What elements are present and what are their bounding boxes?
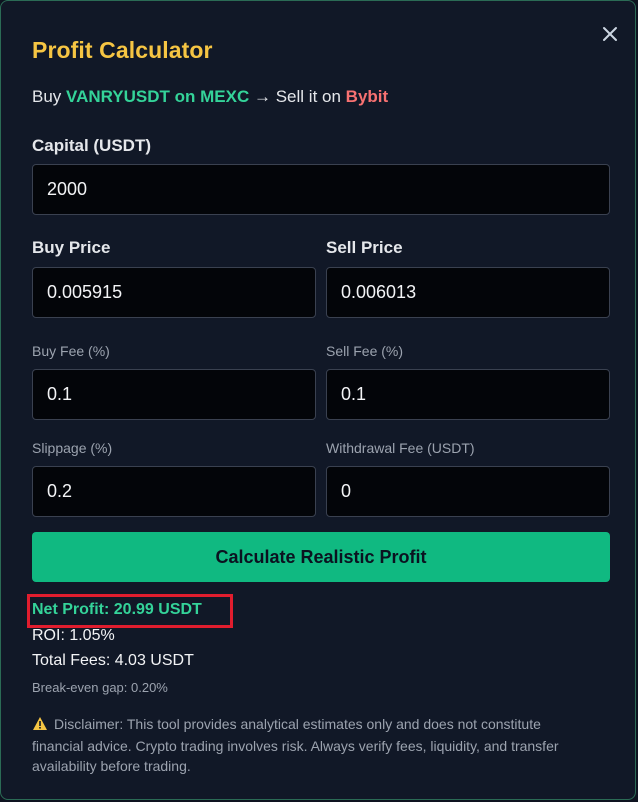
modal-title: Profit Calculator <box>32 37 213 63</box>
withdrawal-fee-label: Withdrawal Fee (USDT) <box>326 440 475 456</box>
net-profit: Net Profit: 20.99 USDT <box>32 601 202 618</box>
buy-price-input[interactable] <box>32 267 316 318</box>
sell-price-input[interactable] <box>326 267 610 318</box>
buy-fee-input[interactable] <box>32 369 316 420</box>
sell-fee-input[interactable] <box>326 369 610 420</box>
buy-price-label: Buy Price <box>32 238 111 257</box>
route-buy-pair: VANRYUSDT on MEXC <box>66 87 250 106</box>
break-even-gap: Break-even gap: 0.20% <box>32 680 168 695</box>
withdrawal-fee-input[interactable] <box>326 466 610 517</box>
disclaimer-text: Disclaimer: This tool provides analytica… <box>32 716 559 774</box>
disclaimer: Disclaimer: This tool provides analytica… <box>32 714 592 776</box>
roi: ROI: 1.05% <box>32 627 115 644</box>
profit-calculator-modal: Profit Calculator Buy VANRYUSDT on MEXC … <box>0 0 636 800</box>
slippage-label: Slippage (%) <box>32 440 113 456</box>
calculate-button[interactable]: Calculate Realistic Profit <box>32 532 610 582</box>
route-sell-exchange: Bybit <box>345 87 389 106</box>
sell-price-label: Sell Price <box>326 238 403 257</box>
total-fees: Total Fees: 4.03 USDT <box>32 652 194 669</box>
route-middle: → Sell it on <box>254 87 341 106</box>
capital-input[interactable] <box>32 164 610 215</box>
buy-fee-label: Buy Fee (%) <box>32 343 110 359</box>
warning-icon <box>32 716 48 736</box>
trade-route: Buy VANRYUSDT on MEXC → Sell it on Bybit <box>32 87 388 107</box>
close-icon[interactable] <box>599 23 621 45</box>
sell-fee-label: Sell Fee (%) <box>326 343 404 359</box>
capital-label: Capital (USDT) <box>32 136 151 155</box>
slippage-input[interactable] <box>32 466 316 517</box>
route-prefix: Buy <box>32 87 62 106</box>
